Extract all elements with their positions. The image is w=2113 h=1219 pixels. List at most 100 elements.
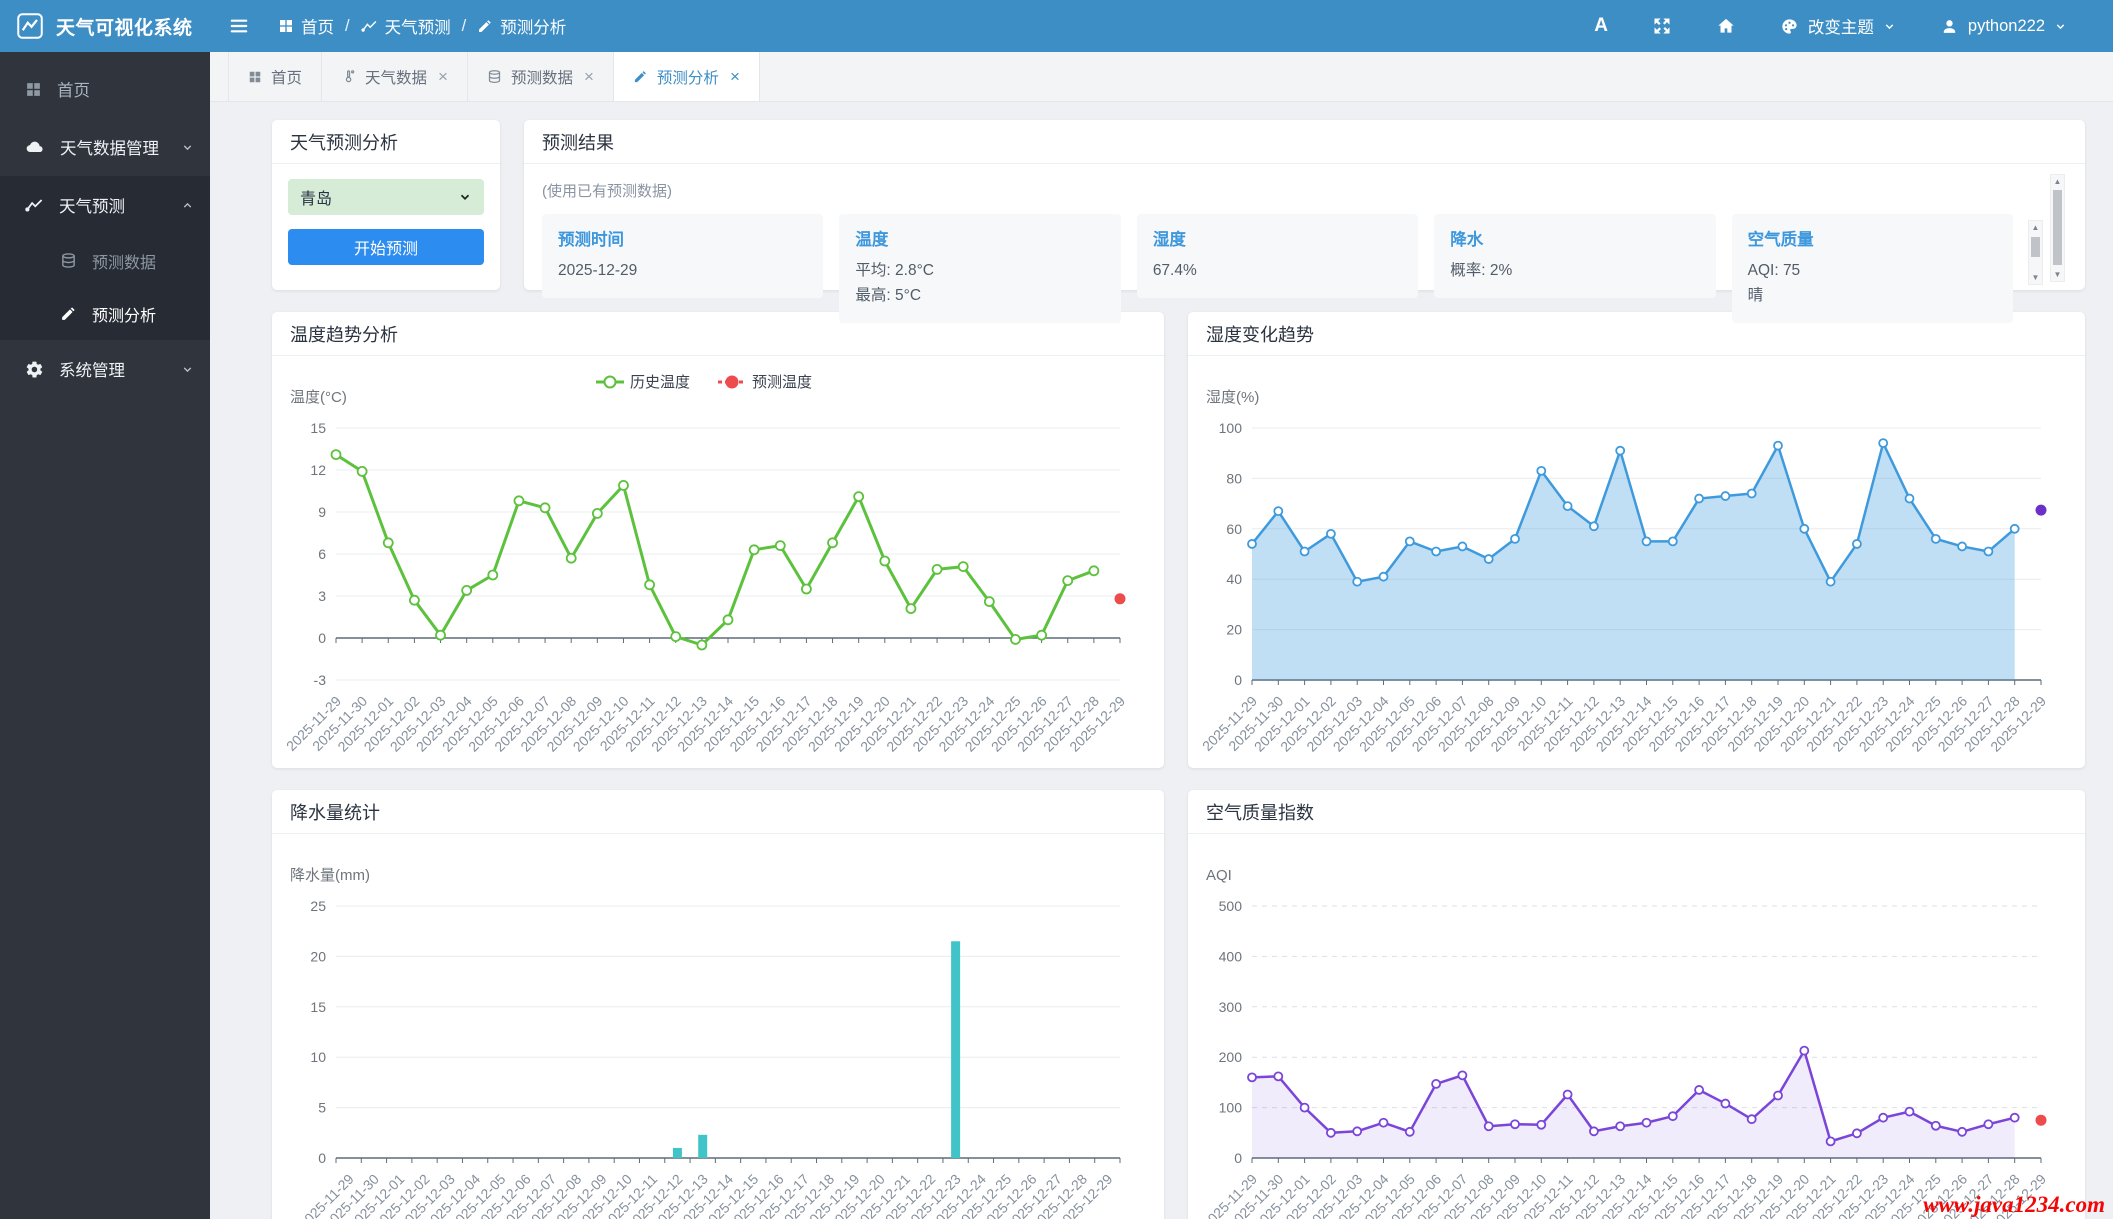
svg-text:降水量(mm): 降水量(mm) xyxy=(290,867,370,884)
font-size-icon[interactable]: A xyxy=(1594,15,1608,37)
grid-icon xyxy=(27,82,40,96)
grid-icon xyxy=(280,20,292,32)
tab-weather-data[interactable]: 天气数据 × xyxy=(322,52,468,101)
svg-text:20: 20 xyxy=(1226,622,1242,638)
sidebar-item-forecast-analysis[interactable]: 预测分析 xyxy=(0,287,210,340)
chart-line-icon xyxy=(361,20,376,32)
tab-home[interactable]: 首页 xyxy=(228,52,323,101)
sidebar-toggle-icon[interactable] xyxy=(228,15,250,37)
outer-scrollbar[interactable]: ▲ ▼ xyxy=(2050,174,2065,282)
scroll-down-icon[interactable]: ▼ xyxy=(2029,271,2042,284)
navbar-actions: A 改变主题 python222 xyxy=(1594,14,2113,38)
scrollbar-thumb[interactable] xyxy=(2053,190,2062,265)
city-select-value: 青岛 xyxy=(300,191,333,208)
svg-text:80: 80 xyxy=(1226,470,1242,486)
start-prediction-button[interactable]: 开始预测 xyxy=(288,229,484,265)
database-icon xyxy=(62,253,75,268)
svg-text:60: 60 xyxy=(1226,521,1242,537)
svg-text:5: 5 xyxy=(318,1100,326,1116)
svg-text:500: 500 xyxy=(1219,898,1243,914)
app-title: 天气可视化系统 xyxy=(56,17,193,39)
prediction-panel: 天气预测分析 青岛 开始预测 xyxy=(272,120,500,290)
pencil-icon xyxy=(479,20,491,32)
chart-line-icon xyxy=(25,198,43,212)
scrollbar-thumb[interactable] xyxy=(2031,237,2040,257)
chart-title: 降水量统计 xyxy=(272,790,1164,834)
tab-forecast-analysis[interactable]: 预测分析 × xyxy=(613,52,760,101)
svg-text:200: 200 xyxy=(1219,1049,1243,1065)
page-content: 天气预测分析 青岛 开始预测 预测结果 (使用已有预测数据) 预测时间 2025… xyxy=(210,102,2113,1219)
scroll-up-icon[interactable]: ▲ xyxy=(2051,175,2064,188)
grid-icon xyxy=(249,71,261,82)
close-icon[interactable]: × xyxy=(438,67,448,87)
close-icon[interactable]: × xyxy=(730,67,740,87)
chevron-down-icon xyxy=(183,366,192,372)
breadcrumb-separator: / xyxy=(461,16,467,35)
svg-text:15: 15 xyxy=(310,420,326,436)
results-note: (使用已有预测数据) xyxy=(542,183,672,200)
svg-text:15: 15 xyxy=(310,999,326,1015)
sidebar-item-forecast-data[interactable]: 预测数据 xyxy=(0,234,210,287)
breadcrumb-home[interactable]: 首页 xyxy=(278,14,334,38)
svg-text:湿度(%): 湿度(%) xyxy=(1206,389,1259,406)
sidebar-item-home[interactable]: 首页 xyxy=(0,60,210,118)
user-icon xyxy=(1943,19,1956,33)
tab-bar: 首页 天气数据 × 预测数据 × 预测分析 × xyxy=(210,52,2113,102)
svg-text:0: 0 xyxy=(318,1150,326,1166)
theme-switcher[interactable]: 改变主题 xyxy=(1780,14,1896,38)
svg-text:0: 0 xyxy=(318,630,326,646)
watermark: www.java1234.com xyxy=(1923,1192,2105,1217)
palette-icon xyxy=(1782,18,1797,34)
scroll-down-icon[interactable]: ▼ xyxy=(2051,268,2064,281)
svg-text:0: 0 xyxy=(1234,672,1242,688)
results-panel: 预测结果 (使用已有预测数据) 预测时间 2025-12-29 温度 平均: 2… xyxy=(524,120,2085,323)
svg-text:温度(°C): 温度(°C) xyxy=(290,389,347,406)
user-menu[interactable]: python222 xyxy=(1940,17,2067,36)
results-panel-title: 预测结果 xyxy=(524,120,2085,164)
app-logo-icon xyxy=(15,11,45,41)
app-brand: 天气可视化系统 xyxy=(0,11,210,41)
chevron-down-icon xyxy=(460,194,470,200)
metric-forecast-time: 预测时间 2025-12-29 xyxy=(542,214,824,298)
temperature-trend-card: 温度趋势分析 温度(°C) 15 12 9 6 3 0 -3 2025-11-29 2025-11… xyxy=(272,312,1164,768)
sidebar-item-system-mgmt[interactable]: 系统管理 xyxy=(0,340,210,398)
svg-text:9: 9 xyxy=(318,504,326,520)
database-icon xyxy=(488,70,501,83)
breadcrumb: 首页 / 天气预测 / 预测分析 xyxy=(278,14,566,38)
svg-text:-3: -3 xyxy=(314,672,327,688)
temperature-chart: 温度(°C) 15 12 9 6 3 0 -3 2025-11-29 2025-11-30 2025… xyxy=(272,356,1164,768)
svg-text:300: 300 xyxy=(1219,999,1243,1015)
precipitation-chart: 降水量(mm) 25 20 15 10 5 0 2025-11-29 2025-11-30 202… xyxy=(272,834,1164,1219)
fullscreen-icon[interactable] xyxy=(1652,16,1672,36)
pencil-icon xyxy=(634,71,646,83)
close-icon[interactable]: × xyxy=(584,67,594,87)
username: python222 xyxy=(1967,16,2045,35)
chevron-down-icon xyxy=(183,144,192,150)
svg-text:历史温度: 历史温度 xyxy=(630,374,690,391)
svg-text:10: 10 xyxy=(310,1049,326,1065)
sidebar-item-weather-forecast[interactable]: 天气预测 xyxy=(0,176,210,234)
precipitation-card: 降水量统计 降水量(mm) 25 20 15 10 5 0 2025-11-29 2025-11… xyxy=(272,790,1164,1219)
metric-temperature: 温度 平均: 2.8°C 最高: 5°C xyxy=(839,214,1121,323)
scroll-up-icon[interactable]: ▲ xyxy=(2029,221,2042,234)
thermometer-icon xyxy=(345,70,355,83)
svg-text:预测温度: 预测温度 xyxy=(752,374,812,391)
svg-text:0: 0 xyxy=(1234,1150,1242,1166)
svg-text:40: 40 xyxy=(1226,571,1242,587)
breadcrumb-weather-forecast[interactable]: 天气预测 xyxy=(361,14,451,38)
aqi-card: 空气质量指数 AQI 500 400 300 200 100 0 2025-11-29 2025… xyxy=(1188,790,2085,1219)
metric-precipitation: 降水 概率: 2% xyxy=(1434,214,1716,298)
svg-text:100: 100 xyxy=(1219,1100,1243,1116)
chevron-down-icon xyxy=(2056,23,2065,29)
inner-scrollbar[interactable]: ▲ ▼ xyxy=(2028,220,2043,285)
breadcrumb-forecast-analysis[interactable]: 预测分析 xyxy=(477,14,566,38)
home-icon[interactable] xyxy=(1716,16,1736,36)
top-navbar: 天气可视化系统 首页 / 天气预测 / 预测分析 A 改变主题 python22… xyxy=(0,0,2113,52)
svg-text:6: 6 xyxy=(318,546,326,562)
sidebar-item-weather-data-mgmt[interactable]: 天气数据管理 xyxy=(0,118,210,176)
theme-label: 改变主题 xyxy=(1807,19,1874,37)
metrics-row: 预测时间 2025-12-29 温度 平均: 2.8°C 最高: 5°C 湿度 … xyxy=(542,214,2014,323)
sidebar-group-weather-forecast: 天气预测 预测数据 预测分析 xyxy=(0,176,210,340)
tab-forecast-data[interactable]: 预测数据 × xyxy=(468,52,614,101)
city-select[interactable]: 青岛 xyxy=(288,179,484,215)
